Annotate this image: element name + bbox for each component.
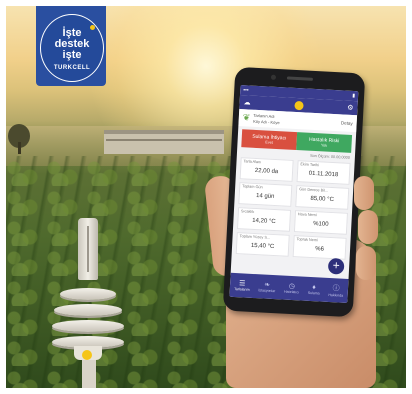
add-button[interactable]: + [327,257,345,275]
nav-label: Hatırlatıcı [283,289,300,295]
speaker [286,76,314,81]
info-icon: ⓘ [332,285,340,293]
farm-building [104,130,224,154]
nav-item-about[interactable]: ⓘ Hakkında [328,283,344,298]
gear-icon[interactable]: ⚙ [347,104,354,112]
photo-background: İşte destek işte TURKCELL ▪▪▪ ▮ ☁ ⚙ ❦ Tar… [6,6,406,388]
metric-card[interactable]: Hava Nemi %100 [293,210,348,235]
metric-card[interactable]: Toplam Gün 14 gün [238,182,293,207]
metric-label: Hava Nemi [297,212,317,218]
metric-label: Sıcaklık [240,209,255,214]
metric-value: %6 [315,246,325,253]
app-logo-icon [294,100,304,110]
badge-brand: TURKCELL [53,65,91,71]
sensor-shield-plate [60,288,116,300]
front-camera [270,74,277,80]
weather-sensor [52,218,124,368]
irrigation-status-card[interactable]: Sulama İhtiyacı Evet [241,129,298,151]
cloud-icon[interactable]: ☁ [243,98,250,106]
nav-label: İstasyonlar [258,288,276,294]
metric-value: 14 gün [255,193,275,200]
metric-card[interactable]: Gün Derece Bil... 85,00 °C [295,185,350,210]
nav-item-irrigation[interactable]: ♦ Sulama [308,283,320,295]
metric-value: 85,00 °C [310,195,334,204]
bottom-navigation: ☰ Tarlalarım ❧ İstasyonlar ◷ Hatırlatıcı ♦ S… [229,272,349,303]
metric-card[interactable]: Toprak Nemi %6 [292,235,347,260]
iste-destek-iste-logo: İşte destek işte TURKCELL [40,14,104,82]
plant-icon: ❦ [242,112,251,123]
metric-value: 22,00 da [254,167,279,176]
phone-screen: ▪▪▪ ▮ ☁ ⚙ ❦ Tarlanın Adı Köy Adı - Köye D… [229,85,359,303]
nav-item-fields[interactable]: ☰ Tarlalarım [234,279,250,292]
sensor-logo [82,350,92,360]
metric-label: Tarla Alanı [243,159,262,165]
metrics-grid: Tarla Alanı 22,00 da Ekim Tarihi 01.11.201… [232,157,355,260]
smartphone: ▪▪▪ ▮ ☁ ⚙ ❦ Tarlanın Adı Köy Adı - Köye D… [222,66,366,318]
sensor-cap [78,218,98,280]
metric-value: 14,20 °C [252,217,276,226]
metric-value: 01.11.2018 [308,170,339,179]
nav-item-reminders[interactable]: ◷ Hatırlatıcı [284,282,300,295]
sensor-shield-plate [52,320,124,332]
metric-value: 15,40 °C [250,242,275,251]
hand-finger [354,176,374,210]
hand-finger [358,210,378,244]
metric-label: Toplam Gün [242,184,263,190]
nav-label: Sulama [307,290,320,295]
tree-trunk [18,142,21,154]
disease-risk-card[interactable]: Hastalık Riski Yok [296,132,353,153]
metric-card[interactable]: Sıcaklık 14,20 °C [236,207,292,232]
sensor-shield-plate [54,304,122,316]
nav-label: Tarlalarım [234,287,250,292]
badge-line-3: işte [62,49,82,61]
hand-finger [356,246,376,280]
detail-link[interactable]: Detay [341,120,353,126]
metric-label: Ekim Tarihi [300,162,320,168]
metric-label: Toplam Yüzey S... [239,234,271,240]
metric-card[interactable]: Tarla Alanı 22,00 da [239,157,294,182]
metric-card[interactable]: Ekim Tarihi 01.11.2018 [296,160,351,185]
sensor-slot [87,226,89,272]
metric-card[interactable]: Toplam Yüzey S... 15,40 °C [235,232,290,257]
nav-item-stations[interactable]: ❧ İstasyonlar [258,280,276,294]
metric-label: Toprak Nemi [296,237,318,243]
metric-value: %100 [313,221,329,228]
farm-location: Köy Adı - Köye [253,118,280,125]
metric-label: Gün Derece Bil... [299,187,329,193]
nav-label: Hakkında [328,292,344,298]
farm-building-line [106,139,222,141]
